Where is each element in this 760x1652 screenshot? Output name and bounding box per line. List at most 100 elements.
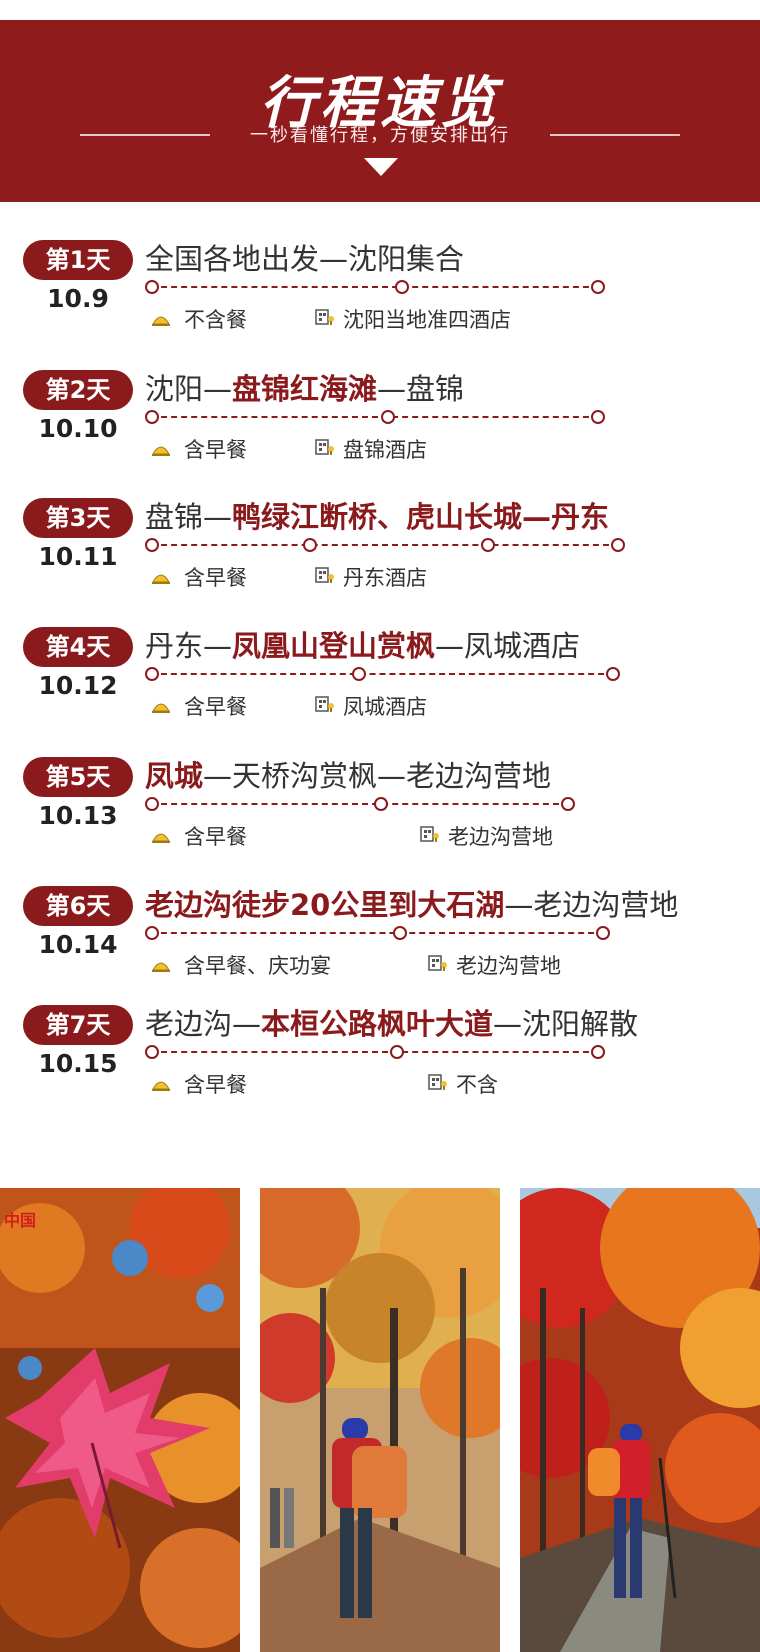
- timeline-stop-icon: [352, 667, 366, 681]
- day-date: 10.15: [38, 1049, 118, 1078]
- route-highlight: 凤城: [145, 759, 204, 793]
- day-badge: 第4天: [23, 627, 133, 667]
- route-segment: —沈阳解散: [493, 1007, 639, 1041]
- hotel-info: 盘锦酒店: [315, 434, 427, 464]
- day-badge: 第2天: [23, 370, 133, 410]
- day-item: 第3天 10.11 盘锦—鸭绿江断桥、虎山长城—丹东含早餐 丹东酒店: [0, 498, 760, 608]
- route-segment: 沈阳—: [145, 372, 233, 406]
- route-text: 丹东—凤凰山登山赏枫—凤城酒店: [145, 628, 580, 664]
- hotel-text: 凤城酒店: [343, 695, 427, 719]
- hotel-icon: [315, 309, 335, 333]
- hotel-info: 老边沟营地: [428, 950, 561, 980]
- meal-icon: [152, 439, 170, 463]
- route-highlight: 本桓公路枫叶大道: [261, 1007, 494, 1041]
- day-date: 10.10: [38, 414, 118, 443]
- meal-text: 含早餐、庆功宴: [184, 954, 331, 978]
- meal-info: 含早餐: [152, 821, 247, 851]
- day-item: 第7天 10.15 老边沟—本桓公路枫叶大道—沈阳解散 含早餐 不含: [0, 1005, 760, 1115]
- route-segment: —天桥沟赏枫—老边沟营地: [203, 759, 552, 793]
- meal-icon: [152, 826, 170, 850]
- route-text: 老边沟徒步20公里到大石湖—老边沟营地: [145, 887, 678, 923]
- timeline-stop-icon: [390, 1045, 404, 1059]
- route-segment: 丹东—: [145, 629, 233, 663]
- timeline-stop-icon: [481, 538, 495, 552]
- timeline-dashed-line: [151, 932, 604, 934]
- hotel-text: 老边沟营地: [448, 825, 553, 849]
- route-text: 沈阳—盘锦红海滩—盘锦: [145, 371, 464, 407]
- meal-info: 含早餐: [152, 691, 247, 721]
- meal-icon: [152, 955, 170, 979]
- hotel-icon: [315, 696, 335, 720]
- timeline-dashed-line: [151, 416, 599, 418]
- timeline-stop-icon: [145, 926, 159, 940]
- route-segment: —凤城酒店: [435, 629, 581, 663]
- meal-info: 含早餐: [152, 1069, 247, 1099]
- day-date: 10.12: [38, 671, 118, 700]
- day-badge: 第6天: [23, 886, 133, 926]
- timeline-stop-icon: [393, 926, 407, 940]
- route-segment: —盘锦: [377, 372, 465, 406]
- day-badge: 第3天: [23, 498, 133, 538]
- hotel-info: 沈阳当地准四酒店: [315, 304, 511, 334]
- route-highlight: 老边沟徒步20公里到大石湖: [145, 888, 505, 922]
- route-highlight: 鸭绿江断桥、虎山长城—丹东: [232, 500, 610, 534]
- meal-text: 含早餐: [184, 825, 247, 849]
- hiker-red-maple-photo: [520, 1188, 760, 1652]
- timeline-stop-icon: [145, 538, 159, 552]
- hotel-icon: [315, 439, 335, 463]
- route-highlight: 凤凰山登山赏枫: [232, 629, 436, 663]
- timeline-stop-icon: [596, 926, 610, 940]
- timeline-stop-icon: [561, 797, 575, 811]
- day-date: 10.14: [38, 930, 118, 959]
- timeline-stop-icon: [374, 797, 388, 811]
- hotel-icon: [315, 567, 335, 591]
- timeline-stop-icon: [611, 538, 625, 552]
- route-timeline: [145, 797, 575, 811]
- route-segment: —老边沟营地: [504, 888, 679, 922]
- meal-text: 含早餐: [184, 1073, 247, 1097]
- route-segment: 全国各地出发—沈阳集合: [145, 242, 465, 276]
- timeline-stop-icon: [145, 410, 159, 424]
- header-banner: 行程速览 一秒看懂行程，方便安排出行: [0, 20, 760, 202]
- meal-icon: [152, 696, 170, 720]
- meal-icon: [152, 1074, 170, 1098]
- meal-icon: [152, 309, 170, 333]
- meal-text: 含早餐: [184, 695, 247, 719]
- route-timeline: [145, 410, 605, 424]
- route-timeline: [145, 667, 620, 681]
- day-item: 第6天 10.14 老边沟徒步20公里到大石湖—老边沟营地含早餐、庆功宴 老边沟营地: [0, 886, 760, 996]
- day-date: 10.9: [47, 284, 109, 313]
- hotel-icon: [420, 826, 440, 850]
- timeline-stop-icon: [145, 667, 159, 681]
- divider-right: [550, 134, 680, 136]
- hotel-icon: [428, 1074, 448, 1098]
- meal-text: 含早餐: [184, 438, 247, 462]
- timeline-stop-icon: [591, 280, 605, 294]
- day-date: 10.11: [38, 542, 118, 571]
- maple-leaf-photo: 中国: [0, 1188, 240, 1652]
- hotel-info: 丹东酒店: [315, 562, 427, 592]
- day-date: 10.13: [38, 801, 118, 830]
- hotel-text: 盘锦酒店: [343, 438, 427, 462]
- day-badge: 第5天: [23, 757, 133, 797]
- hotel-text: 不含: [456, 1073, 498, 1097]
- timeline-dashed-line: [151, 803, 569, 805]
- day-badge: 第1天: [23, 240, 133, 280]
- route-text: 凤城—天桥沟赏枫—老边沟营地: [145, 758, 551, 794]
- day-item: 第1天 10.9 全国各地出发—沈阳集合 不含餐 沈阳当地准四酒店: [0, 240, 760, 350]
- timeline-dashed-line: [151, 544, 619, 546]
- day-badge: 第7天: [23, 1005, 133, 1045]
- route-timeline: [145, 538, 625, 552]
- route-text: 盘锦—鸭绿江断桥、虎山长城—丹东: [145, 499, 609, 535]
- route-timeline: [145, 1045, 605, 1059]
- hotel-info: 不含: [428, 1069, 498, 1099]
- meal-info: 含早餐: [152, 562, 247, 592]
- hotel-info: 老边沟营地: [420, 821, 553, 851]
- hotel-text: 丹东酒店: [343, 566, 427, 590]
- hotel-text: 老边沟营地: [456, 954, 561, 978]
- hotel-info: 凤城酒店: [315, 691, 427, 721]
- timeline-dashed-line: [151, 1051, 599, 1053]
- timeline-stop-icon: [145, 1045, 159, 1059]
- timeline-stop-icon: [395, 280, 409, 294]
- timeline-stop-icon: [606, 667, 620, 681]
